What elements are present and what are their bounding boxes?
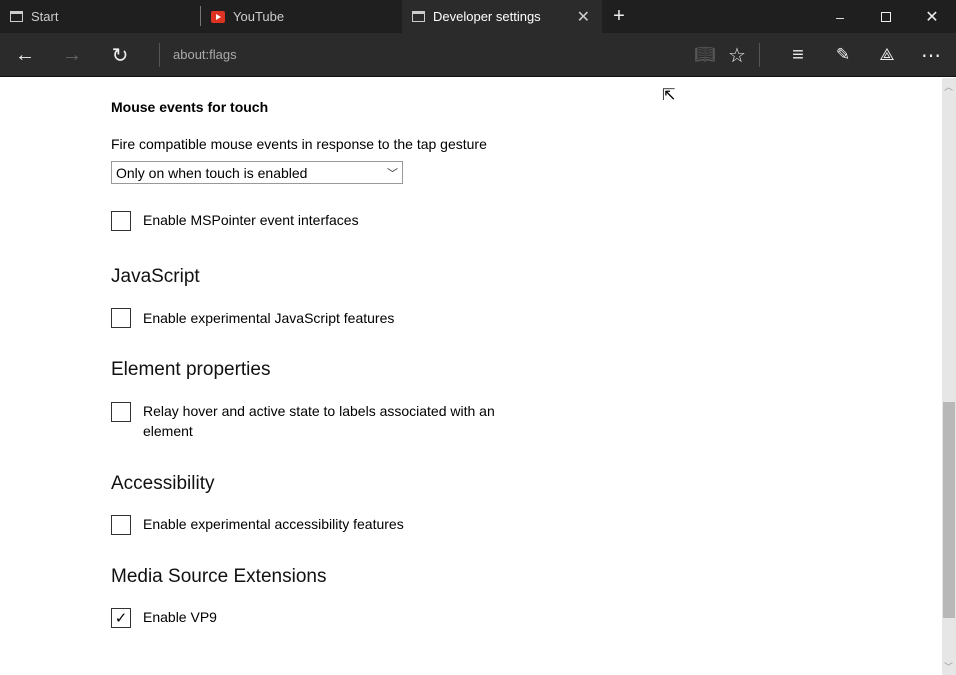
scroll-down-icon[interactable]: ﹀ (944, 660, 953, 673)
share-icon[interactable]: ⟁ (867, 33, 907, 77)
web-note-icon[interactable]: ✎ (823, 33, 863, 77)
vertical-scrollbar[interactable]: ︿ ﹀ (942, 78, 956, 675)
tab-label: Developer settings (433, 9, 541, 24)
tab-youtube[interactable]: YouTube (201, 0, 402, 33)
minimize-button[interactable]: – (817, 0, 863, 33)
divider (759, 43, 760, 67)
scroll-up-icon[interactable]: ︿ (944, 80, 953, 93)
back-button[interactable]: ← (5, 33, 45, 77)
section-heading: Element properties (111, 359, 271, 380)
new-tab-button[interactable]: + (596, 0, 642, 33)
youtube-icon (211, 10, 225, 23)
maximize-button[interactable] (863, 0, 909, 33)
section-heading: Mouse events for touch (111, 99, 269, 115)
chevron-down-icon: ﹀ (387, 167, 398, 180)
page-icon (10, 11, 23, 22)
checkmark-icon: ✓ (114, 610, 128, 627)
section-heading: Accessibility (111, 473, 215, 494)
refresh-button[interactable]: ↻ (100, 33, 140, 77)
mspointer-checkbox[interactable] (111, 211, 131, 231)
favorite-star-icon[interactable]: ☆ (717, 33, 757, 77)
element-properties-checkbox[interactable] (111, 402, 131, 422)
checkbox-label: Relay hover and active state to labels a… (143, 403, 495, 439)
select-value: Only on when touch is enabled (116, 164, 308, 181)
tab-label: YouTube (233, 9, 285, 24)
close-window-button[interactable]: ✕ (909, 0, 955, 33)
checkbox-label: Enable MSPointer event interfaces (143, 212, 359, 228)
setting-description: Fire compatible mouse events in response… (111, 136, 487, 152)
address-bar[interactable]: about:flags (173, 47, 237, 62)
more-icon[interactable]: ⋯ (911, 33, 951, 77)
tab-developer-settings[interactable]: Developer settings ✕ (402, 0, 602, 33)
checkbox-label: Enable experimental accessibility featur… (143, 516, 404, 532)
scrollbar-thumb[interactable] (943, 402, 955, 618)
forward-button[interactable]: → (52, 33, 92, 77)
navigation-toolbar: ← → ↻ about:flags 📖︎ ☆ ≡ ✎ ⟁ ⋯ (0, 33, 956, 77)
close-tab-icon[interactable]: ✕ (577, 7, 590, 27)
js-checkbox[interactable] (111, 308, 131, 328)
tab-label: Start (31, 9, 59, 24)
page-icon (412, 11, 425, 22)
divider (159, 43, 160, 67)
mouse-events-select[interactable]: Only on when touch is enabled ﹀ (111, 161, 403, 184)
section-heading: JavaScript (111, 266, 200, 287)
checkbox-label: Enable VP9 (143, 609, 217, 625)
section-heading: Media Source Extensions (111, 566, 327, 587)
vp9-checkbox[interactable]: ✓ (111, 608, 131, 628)
tab-bar: Start YouTube Developer settings ✕ + – ✕ (0, 0, 956, 33)
hub-icon[interactable]: ≡ (778, 33, 818, 77)
mouse-cursor-icon: ⇱ (662, 87, 676, 104)
tab-start[interactable]: Start (0, 0, 200, 33)
page-content: Mouse events for touch Fire compatible m… (0, 78, 942, 675)
accessibility-checkbox[interactable] (111, 515, 131, 535)
checkbox-label: Enable experimental JavaScript features (143, 310, 395, 326)
